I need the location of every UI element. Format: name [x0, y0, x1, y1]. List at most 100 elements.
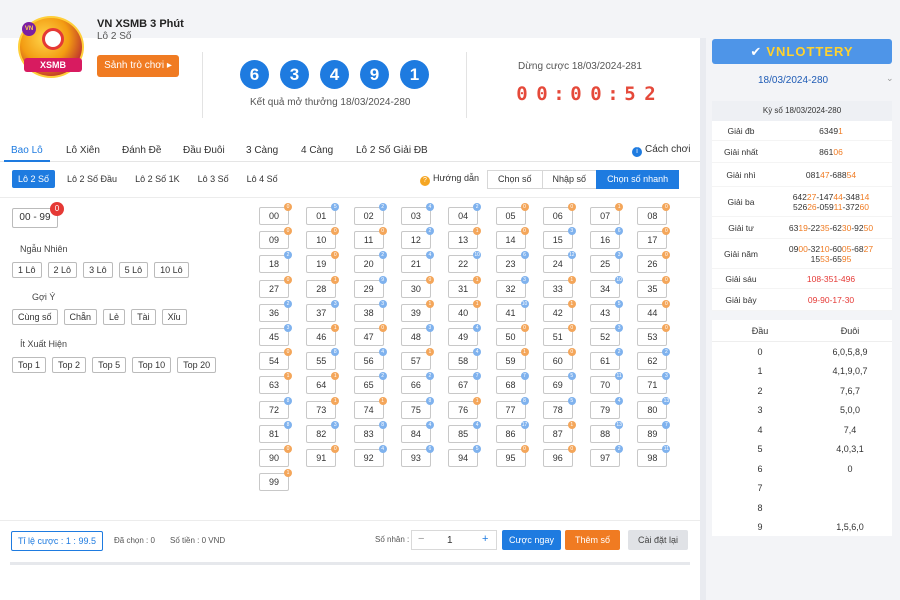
number-cell[interactable]: 24 12 [542, 251, 576, 274]
scrollbar[interactable] [10, 562, 690, 565]
number-cell[interactable]: 64 1 [306, 372, 340, 395]
number-cell[interactable]: 61 2 [590, 348, 624, 371]
number-cell[interactable]: 38 3 [353, 299, 387, 322]
number-cell[interactable]: 44 0 [637, 299, 671, 322]
number-cell[interactable]: 87 1 [542, 420, 576, 443]
number-cell[interactable]: 68 7 [495, 372, 529, 395]
number-cell[interactable]: 08 0 [637, 203, 671, 225]
number-cell[interactable]: 46 1 [306, 324, 340, 346]
tab-lo-2-so-giai-db[interactable]: Lô 2 Số Giải ĐB [356, 145, 428, 156]
number-cell[interactable]: 03 4 [400, 203, 434, 225]
random-1-lo-button[interactable]: 1 Lô [12, 262, 42, 278]
number-cell[interactable]: 52 3 [590, 324, 624, 346]
number-cell[interactable]: 94 5 [448, 445, 482, 467]
number-cell[interactable]: 19 0 [306, 251, 340, 274]
number-cell[interactable]: 69 5 [542, 372, 576, 395]
number-cell[interactable]: 10 0 [306, 227, 340, 250]
number-cell[interactable]: 09 0 [259, 227, 292, 250]
tab-4-cang[interactable]: 4 Càng [301, 145, 333, 156]
number-cell[interactable]: 07 1 [590, 203, 624, 225]
number-cell[interactable]: 54 0 [259, 348, 292, 371]
number-cell[interactable]: 22 10 [448, 251, 482, 274]
subtab-lo-3-so[interactable]: Lô 3 Số [192, 170, 235, 188]
number-cell[interactable]: 74 1 [353, 396, 387, 419]
number-cell[interactable]: 26 0 [637, 251, 671, 274]
number-cell[interactable]: 43 5 [590, 299, 624, 322]
subtab-lo-4-so[interactable]: Lô 4 Số [241, 170, 284, 188]
number-cell[interactable]: 63 1 [259, 372, 292, 395]
number-cell[interactable]: 96 0 [542, 445, 576, 467]
number-cell[interactable]: 86 17 [495, 420, 529, 443]
number-cell[interactable]: 89 7 [637, 420, 671, 443]
number-cell[interactable]: 81 8 [259, 420, 292, 443]
number-cell[interactable]: 45 3 [259, 324, 292, 346]
number-cell[interactable]: 18 2 [259, 251, 292, 274]
number-cell[interactable]: 23 6 [495, 251, 529, 274]
number-cell[interactable]: 85 4 [448, 420, 482, 443]
number-cell[interactable]: 56 4 [353, 348, 387, 371]
suggest-even-button[interactable]: Chẵn [63, 309, 98, 325]
number-cell[interactable]: 90 0 [259, 445, 292, 467]
minus-icon[interactable]: − [418, 533, 424, 545]
number-cell[interactable]: 27 0 [259, 275, 292, 298]
number-cell[interactable]: 13 1 [448, 227, 482, 250]
random-10-lo-button[interactable]: 10 Lô [154, 262, 189, 278]
tab-3-cang[interactable]: 3 Càng [246, 145, 278, 156]
suggest-odd-button[interactable]: Lẻ [103, 309, 126, 325]
game-lobby-button[interactable]: Sảnh trò chơi ▸ [97, 55, 179, 77]
number-cell[interactable]: 20 2 [353, 251, 387, 274]
number-cell[interactable]: 12 2 [400, 227, 434, 250]
number-cell[interactable]: 83 8 [353, 420, 387, 443]
number-cell[interactable]: 82 3 [306, 420, 340, 443]
number-cell[interactable]: 29 9 [353, 275, 387, 298]
number-cell[interactable]: 92 4 [353, 445, 387, 467]
plus-icon[interactable]: + [482, 533, 488, 545]
number-cell[interactable]: 32 3 [495, 275, 529, 298]
number-cell[interactable]: 14 0 [495, 227, 529, 250]
number-cell[interactable]: 76 1 [448, 396, 482, 419]
number-cell[interactable]: 15 3 [542, 227, 576, 250]
number-cell[interactable]: 75 8 [400, 396, 434, 419]
bet-now-button[interactable]: Cược ngay [502, 530, 561, 550]
number-cell[interactable]: 30 0 [400, 275, 434, 298]
number-cell[interactable]: 80 13 [637, 396, 671, 419]
draw-date-select[interactable]: 18/03/2024-280 ⌄ [712, 67, 894, 92]
random-2-lo-button[interactable]: 2 Lô [47, 262, 78, 278]
number-cell[interactable]: 55 8 [306, 348, 340, 371]
number-cell[interactable]: 05 0 [495, 203, 529, 225]
subtab-lo-2-so[interactable]: Lô 2 Số [12, 170, 56, 188]
number-cell[interactable]: 37 3 [306, 299, 340, 322]
number-cell[interactable]: 98 11 [637, 445, 671, 467]
number-cell[interactable]: 79 4 [590, 396, 624, 419]
range-button[interactable]: 00 - 99 0 [12, 202, 64, 228]
number-cell[interactable]: 84 4 [400, 420, 434, 443]
number-cell[interactable]: 77 8 [495, 396, 529, 419]
number-cell[interactable]: 42 1 [542, 299, 576, 322]
random-5-lo-button[interactable]: 5 Lô [118, 262, 149, 278]
top-20-button[interactable]: Top 20 [177, 357, 217, 373]
number-cell[interactable]: 72 8 [259, 396, 292, 419]
tab-bao-lo[interactable]: Bao Lô [11, 145, 43, 156]
number-cell[interactable]: 16 6 [590, 227, 624, 250]
number-cell[interactable]: 02 2 [353, 203, 387, 225]
number-cell[interactable]: 33 1 [542, 275, 576, 298]
number-cell[interactable]: 67 7 [448, 372, 482, 395]
number-cell[interactable]: 88 13 [590, 420, 624, 443]
number-cell[interactable]: 48 3 [400, 324, 434, 346]
number-cell[interactable]: 62 2 [637, 348, 671, 371]
number-cell[interactable]: 40 1 [448, 299, 482, 322]
number-cell[interactable]: 73 1 [306, 396, 340, 419]
number-cell[interactable]: 71 3 [637, 372, 671, 395]
number-cell[interactable]: 01 5 [306, 203, 340, 225]
number-cell[interactable]: 93 6 [400, 445, 434, 467]
number-cell[interactable]: 47 0 [353, 324, 387, 346]
tab-lo-xien[interactable]: Lô Xiên [66, 145, 100, 156]
suggest-same-button[interactable]: Cùng số [12, 309, 58, 325]
number-cell[interactable]: 99 1 [259, 469, 292, 492]
mode-quick-pick[interactable]: Chọn số nhanh [596, 170, 680, 189]
number-cell[interactable]: 53 0 [637, 324, 671, 346]
number-cell[interactable]: 11 0 [353, 227, 387, 250]
number-cell[interactable]: 49 4 [448, 324, 482, 346]
multiplier-value[interactable]: 1 [447, 535, 453, 546]
random-3-lo-button[interactable]: 3 Lô [83, 262, 113, 278]
